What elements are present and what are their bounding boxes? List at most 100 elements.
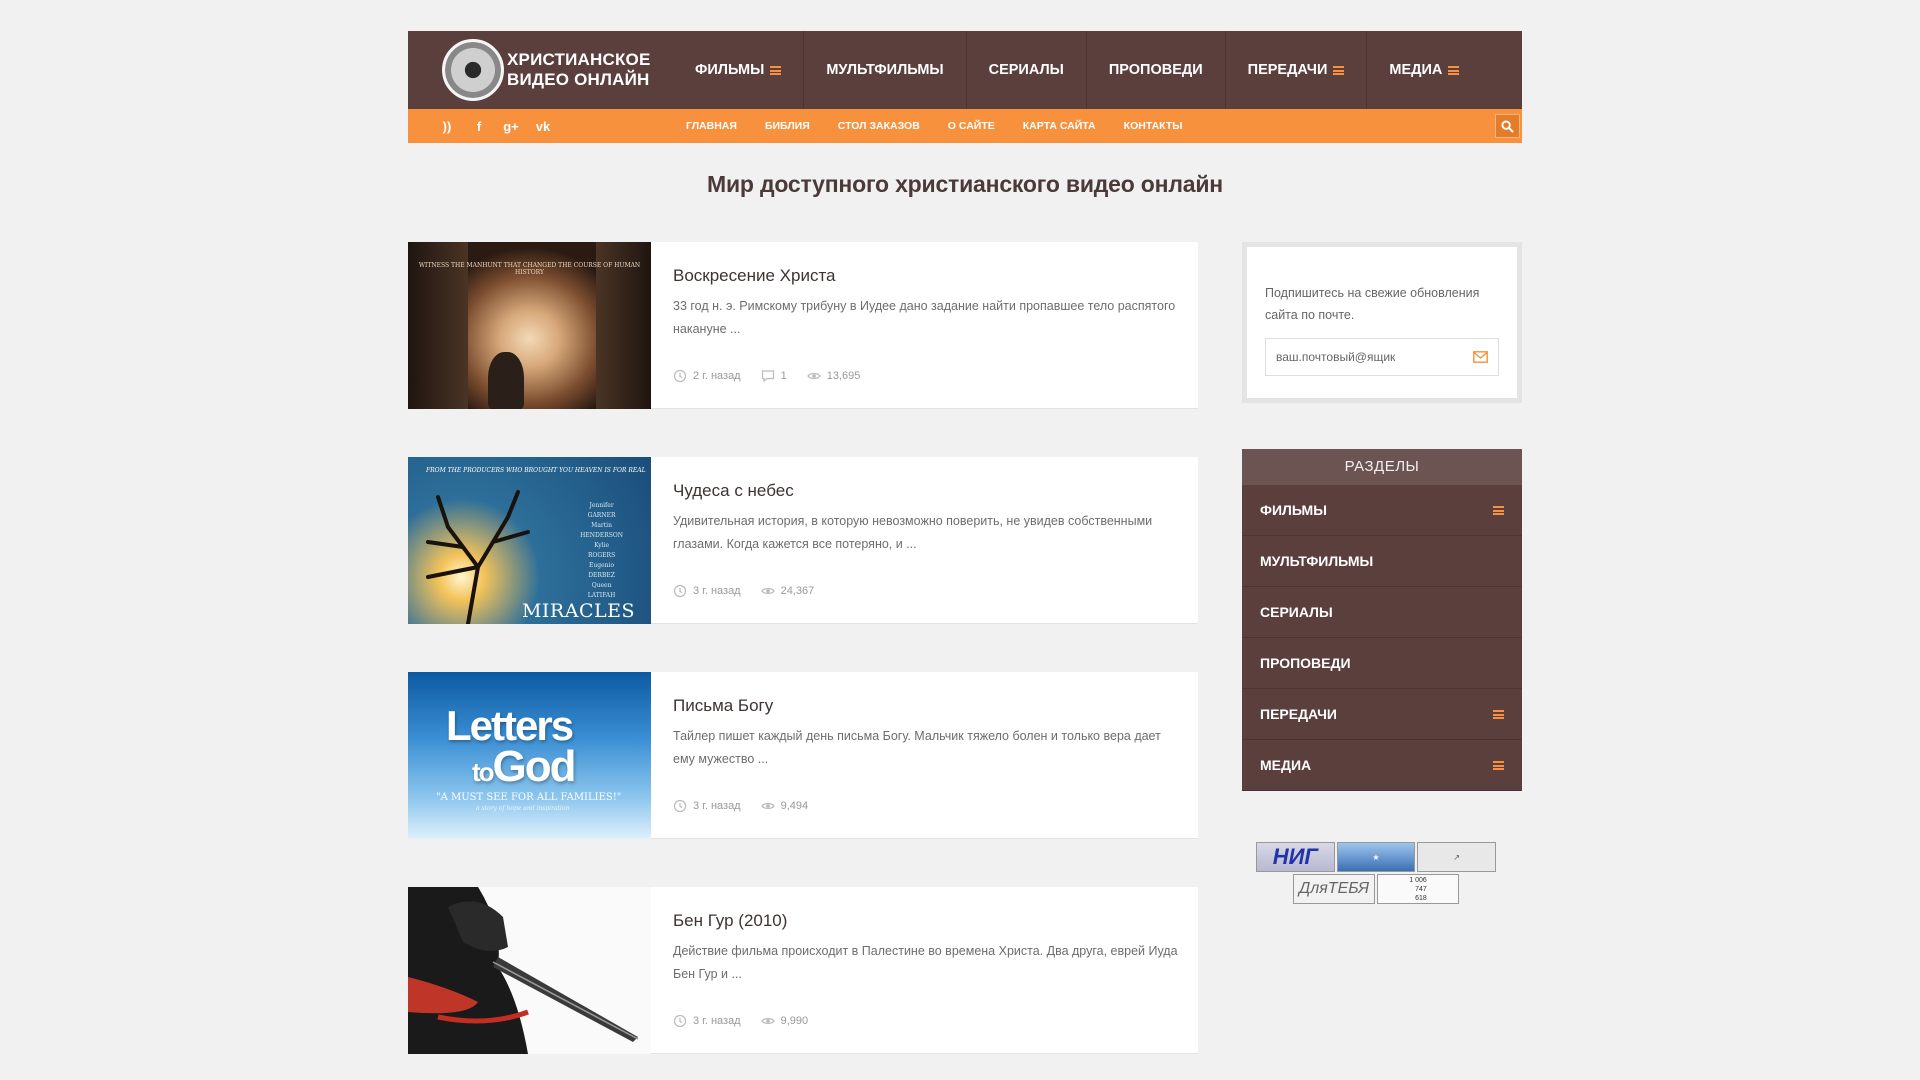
- sub-nav-sitemap[interactable]: КАРТА САЙТА: [1009, 120, 1110, 132]
- menu-icon: [1333, 65, 1345, 75]
- post-thumbnail[interactable]: [408, 887, 651, 1054]
- clock-icon: [673, 799, 687, 813]
- post-list: WITNESS THE MANHUNT THAT CHANGED THE COU…: [408, 242, 1198, 1080]
- post-date-text: 3 г. назад: [693, 800, 741, 812]
- search-button[interactable]: [1495, 114, 1520, 138]
- sub-nav-bible[interactable]: БИБЛИЯ: [751, 120, 824, 132]
- main-nav-label: ФИЛЬМЫ: [695, 62, 765, 78]
- site-logo[interactable]: ХРИСТИАНСКОЕ ВИДЕО ОНЛАЙН: [408, 31, 673, 109]
- post-date-text: 3 г. назад: [693, 1015, 741, 1027]
- thumb-tagline: "A MUST SEE FOR ALL FAMILIES!": [436, 792, 622, 803]
- thumb-credits: Jennifer GARNER Martin HENDERSON Kylie ROGERS…: [580, 502, 623, 599]
- thumb-tagline: FROM THE PRODUCERS WHO BROUGHT YOU HEAVE…: [426, 467, 646, 474]
- main-nav-films[interactable]: ФИЛЬМЫ: [673, 31, 803, 109]
- section-films[interactable]: ФИЛЬМЫ: [1242, 485, 1522, 536]
- rss-icon[interactable]: )): [438, 119, 456, 134]
- post-date-text: 2 г. назад: [693, 370, 741, 382]
- post-views-count: 24,367: [780, 585, 815, 597]
- section-label: МЕДИА: [1260, 757, 1312, 773]
- sub-nav-home[interactable]: ГЛАВНАЯ: [672, 120, 751, 132]
- thumb-title-god: God: [492, 742, 577, 791]
- post-date: 3 г. назад: [673, 799, 741, 813]
- site-header: ХРИСТИАНСКОЕ ВИДЕО ОНЛАЙН ФИЛЬМЫ МУЛЬТФИ…: [408, 31, 1522, 109]
- section-cartoons[interactable]: МУЛЬТФИЛЬМЫ: [1242, 536, 1522, 587]
- post-date: 3 г. назад: [673, 1014, 741, 1028]
- post-item: WITNESS THE MANHUNT THAT CHANGED THE COU…: [408, 242, 1198, 409]
- post-views: 13,695: [807, 369, 861, 383]
- counter-badge-nig[interactable]: НИГ: [1256, 842, 1335, 872]
- post-excerpt: Тайлер пишет каждый день письма Богу. Ма…: [673, 729, 1161, 766]
- thumb-tagline: WITNESS THE MANHUNT THAT CHANGED THE COU…: [418, 262, 641, 276]
- post-date: 2 г. назад: [673, 369, 741, 383]
- counter-badges: НИГ ★ ↗ ДляТЕБЯ 1 006 747 618: [1256, 842, 1497, 906]
- counter-value-3: 618: [1415, 894, 1427, 902]
- secondary-bar: )) f g+ vk ГЛАВНАЯ БИБЛИЯ СТОЛ ЗАКАЗОВ О…: [408, 109, 1522, 143]
- post-comments[interactable]: 1: [761, 369, 787, 383]
- main-nav-sermons[interactable]: ПРОПОВЕДИ: [1085, 31, 1225, 109]
- section-label: МУЛЬТФИЛЬМЫ: [1260, 553, 1374, 569]
- post-title[interactable]: Письма Богу: [673, 696, 1178, 716]
- post-meta: 3 г. назад 9,990: [673, 1014, 808, 1028]
- main-nav-shows[interactable]: ПЕРЕДАЧИ: [1224, 31, 1367, 109]
- thumb-figure: [488, 352, 524, 409]
- post-views-count: 9,990: [780, 1015, 809, 1027]
- counter-row: ДляТЕБЯ 1 006 747 618: [1256, 874, 1496, 904]
- post-title[interactable]: Чудеса с небес: [673, 481, 1178, 501]
- menu-icon: [1493, 760, 1504, 770]
- main-nav-series[interactable]: СЕРИАЛЫ: [965, 31, 1086, 109]
- subscribe-text: Подпишитесь на свежие обновления сайта п…: [1265, 286, 1480, 322]
- post-body: Чудеса с небес Удивительная история, в к…: [651, 457, 1198, 623]
- post-body: Письма Богу Тайлер пишет каждый день пис…: [651, 672, 1198, 838]
- logo-line-1: ХРИСТИАНСКОЕ: [507, 50, 651, 69]
- main-nav-media[interactable]: МЕДИА: [1366, 31, 1481, 109]
- envelope-icon[interactable]: [1473, 351, 1488, 363]
- main-nav-label: МЕДИА: [1389, 62, 1443, 78]
- eye-icon: [760, 588, 775, 594]
- sub-nav-orders[interactable]: СТОЛ ЗАКАЗОВ: [824, 120, 934, 132]
- thumb-warrior-art: [408, 887, 651, 1054]
- counter-badge-star[interactable]: ★: [1336, 842, 1416, 872]
- clock-icon: [673, 369, 687, 383]
- search-icon: [1501, 119, 1514, 133]
- section-series[interactable]: СЕРИАЛЫ: [1242, 587, 1522, 638]
- sub-nav-contacts[interactable]: КОНТАКТЫ: [1110, 120, 1197, 132]
- main-nav-label: ПРОПОВЕДИ: [1108, 62, 1203, 78]
- main-nav-cartoons[interactable]: МУЛЬТФИЛЬМЫ: [803, 31, 965, 109]
- counter-badge-liveinternet[interactable]: 1 006 747 618: [1377, 874, 1459, 904]
- vk-icon[interactable]: vk: [534, 119, 552, 134]
- counter-badge-dlyatebya[interactable]: ДляТЕБЯ: [1293, 874, 1375, 904]
- post-thumbnail[interactable]: WITNESS THE MANHUNT THAT CHANGED THE COU…: [408, 242, 651, 409]
- facebook-icon[interactable]: f: [470, 119, 488, 134]
- post-thumbnail[interactable]: Letters toGod "A MUST SEE FOR ALL FAMILI…: [408, 672, 651, 839]
- main-nav: ФИЛЬМЫ МУЛЬТФИЛЬМЫ СЕРИАЛЫ ПРОПОВЕДИ ПЕР…: [673, 31, 1481, 109]
- film-reel-icon: [442, 39, 504, 101]
- clock-icon: [673, 1014, 687, 1028]
- section-label: ПЕРЕДАЧИ: [1260, 706, 1337, 722]
- eye-icon: [760, 1018, 775, 1024]
- counter-badge-stats[interactable]: ↗: [1417, 842, 1497, 872]
- post-body: Бен Гур (2010) Действие фильма происходи…: [651, 887, 1198, 1053]
- counter-row: НИГ ★ ↗: [1256, 842, 1497, 872]
- post-item: FROM THE PRODUCERS WHO BROUGHT YOU HEAVE…: [408, 457, 1198, 624]
- section-sermons[interactable]: ПРОПОВЕДИ: [1242, 638, 1522, 689]
- google-plus-icon[interactable]: g+: [502, 119, 520, 134]
- post-title[interactable]: Воскресение Христа: [673, 266, 1178, 286]
- menu-icon: [770, 65, 782, 75]
- post-meta: 3 г. назад 24,367: [673, 584, 814, 598]
- post-excerpt: Действие фильма происходит в Палестине в…: [673, 944, 1178, 981]
- section-media[interactable]: МЕДИА: [1242, 740, 1522, 791]
- post-views-count: 13,695: [826, 370, 861, 382]
- section-shows[interactable]: ПЕРЕДАЧИ: [1242, 689, 1522, 740]
- email-field[interactable]: ваш.почтовый@ящик: [1265, 338, 1499, 376]
- post-views: 24,367: [760, 584, 815, 598]
- thumb-title-line2: toGod: [472, 742, 577, 792]
- post-meta: 3 г. назад 9,494: [673, 799, 808, 813]
- main-nav-label: ПЕРЕДАЧИ: [1247, 62, 1328, 78]
- counter-value-1: 1 006: [1409, 876, 1427, 884]
- post-title[interactable]: Бен Гур (2010): [673, 911, 1178, 931]
- post-thumbnail[interactable]: FROM THE PRODUCERS WHO BROUGHT YOU HEAVE…: [408, 457, 651, 624]
- eye-icon: [760, 803, 775, 809]
- post-views-count: 9,494: [780, 800, 809, 812]
- sub-nav-about[interactable]: О САЙТЕ: [934, 120, 1009, 132]
- clock-icon: [673, 584, 687, 598]
